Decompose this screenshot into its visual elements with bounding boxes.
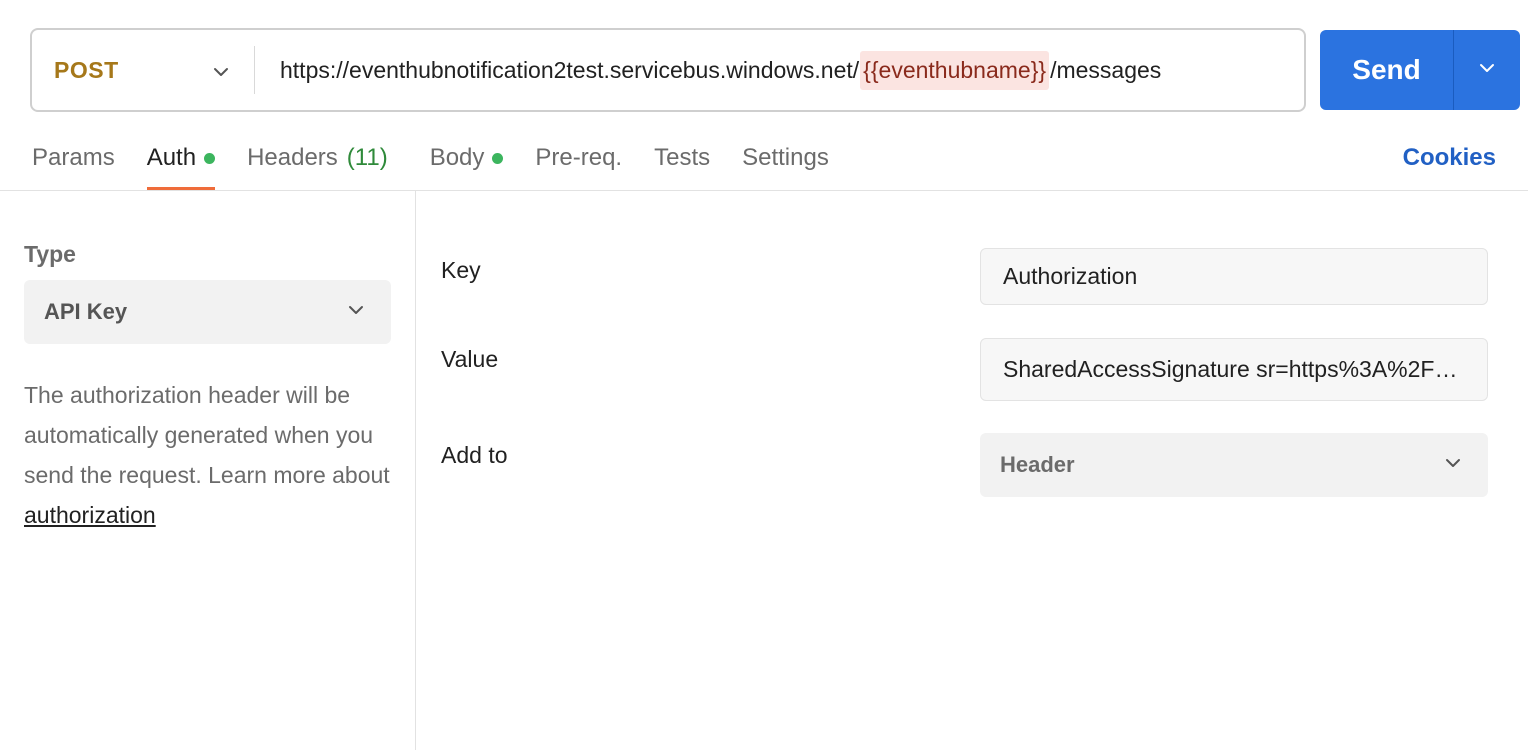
auth-type-select[interactable]: API Key xyxy=(24,280,391,344)
tab-headers[interactable]: Headers (11) xyxy=(247,136,388,190)
send-options-button[interactable] xyxy=(1454,30,1520,110)
tab-label: Tests xyxy=(654,144,711,171)
addto-value: Header xyxy=(1000,452,1075,477)
auth-help-body: The authorization header will be automat… xyxy=(24,382,390,488)
tab-label: Headers xyxy=(247,144,338,171)
request-url-bar: POST https://eventhubnotification2test.s… xyxy=(30,28,1306,112)
auth-type-value: API Key xyxy=(44,299,128,324)
key-input-value: Authorization xyxy=(1003,263,1138,289)
tab-body[interactable]: Body xyxy=(430,136,504,190)
auth-help-text: The authorization header will be automat… xyxy=(24,375,404,535)
key-input[interactable]: Authorization xyxy=(980,248,1488,305)
auth-type-label: Type xyxy=(24,241,76,267)
value-input-value: SharedAccessSignature sr=https%3A%2F%2Fe… xyxy=(1003,356,1465,382)
tab-label: Auth xyxy=(146,144,197,171)
url-variable[interactable]: {{eventhubname}} xyxy=(860,50,1050,90)
url-suffix: /messages xyxy=(1050,56,1162,83)
send-button-group: Send xyxy=(1320,30,1520,110)
tab-prereq[interactable]: Pre-req. xyxy=(535,136,622,190)
tab-label: Body xyxy=(429,144,485,171)
value-label: Value xyxy=(441,346,499,372)
method-label: POST xyxy=(54,56,119,83)
method-select[interactable]: POST xyxy=(32,30,254,110)
send-button[interactable]: Send xyxy=(1320,30,1453,110)
tab-settings[interactable]: Settings xyxy=(742,136,829,190)
url-input[interactable]: https://eventhubnotification2test.servic… xyxy=(255,30,1304,110)
status-dot xyxy=(492,153,504,164)
status-dot xyxy=(204,153,216,164)
chevron-down-icon xyxy=(347,301,365,324)
tab-tests[interactable]: Tests xyxy=(654,136,710,190)
chevron-down-icon xyxy=(1477,58,1497,83)
chevron-down-icon xyxy=(1444,454,1462,477)
addto-label: Add to xyxy=(441,442,508,468)
url-prefix: https://eventhubnotification2test.servic… xyxy=(280,56,860,83)
cookies-link[interactable]: Cookies xyxy=(1403,144,1496,172)
tab-label: Settings xyxy=(742,144,829,171)
tab-params[interactable]: Params xyxy=(32,136,115,190)
tab-auth[interactable]: Auth xyxy=(146,136,216,190)
headers-count-badge: (11) xyxy=(346,144,388,171)
chevron-down-icon xyxy=(212,63,228,77)
key-label: Key xyxy=(441,257,481,283)
authorization-link[interactable]: authorization xyxy=(24,502,156,528)
tab-label: Params xyxy=(32,144,115,171)
value-input[interactable]: SharedAccessSignature sr=https%3A%2F%2Fe… xyxy=(980,338,1488,401)
auth-type-panel: Type API Key The authorization header wi… xyxy=(0,191,416,750)
addto-select[interactable]: Header xyxy=(980,433,1488,497)
tab-label: Pre-req. xyxy=(535,144,623,171)
request-tabs: Params Auth Headers (11) Body Pre-req. T… xyxy=(32,136,861,192)
